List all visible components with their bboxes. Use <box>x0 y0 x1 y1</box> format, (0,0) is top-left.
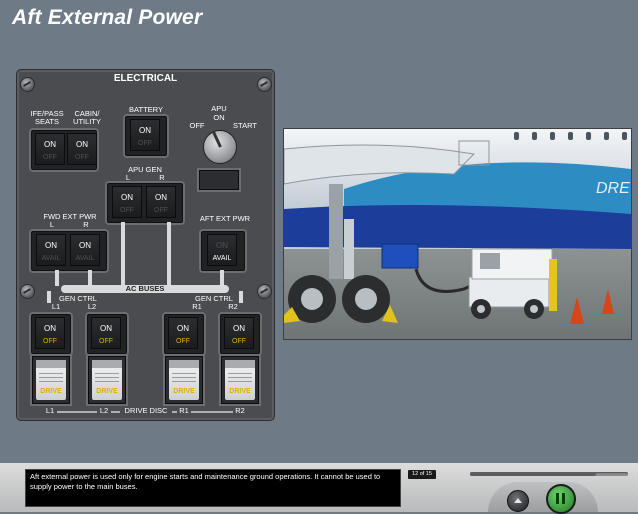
drive-disc-r2: R2 <box>233 407 247 415</box>
bus-line <box>220 270 224 286</box>
aircraft-illustration: DRE <box>284 129 631 339</box>
gen-r2-top: ON <box>233 324 245 333</box>
apu-gen-l-button[interactable]: ON OFF <box>112 186 142 218</box>
gen-l2-bottom: OFF <box>99 338 113 345</box>
drive-l2-guard[interactable]: DRIVE <box>88 356 126 404</box>
gen-r1-bottom: OFF <box>176 338 190 345</box>
drive-disc-l1: L1 <box>43 407 57 415</box>
ac-buses-bar: AC BUSES <box>61 285 229 293</box>
electrical-panel: ELECTRICAL IFE/PASS SEATS CABIN/ UTILITY… <box>16 69 275 421</box>
apu-selector-knob[interactable] <box>203 130 237 164</box>
pause-icon <box>556 493 559 504</box>
gen-ctrl-r2-label: R2 <box>228 302 238 311</box>
aft-ext-label: AFT EXT PWR <box>199 214 251 223</box>
aft-ext-pwr-button[interactable]: ON AVAIL <box>207 234 237 266</box>
gen-r2-bottom: OFF <box>232 338 246 345</box>
drive-l1-guard[interactable]: DRIVE <box>32 356 70 404</box>
control-pod <box>488 482 598 512</box>
ife-bottom-text: OFF <box>43 154 57 161</box>
fwd-ext-r-label: R <box>83 220 89 229</box>
apu-gen-l-bottom: OFF <box>120 207 134 214</box>
fwd-ext-label: FWD EXT PWR <box>43 212 97 221</box>
apu-gen-r-bottom: OFF <box>154 207 168 214</box>
progress-fill <box>470 472 597 476</box>
apu-off-label: OFF <box>189 121 205 130</box>
ife-top-text: ON <box>44 140 56 149</box>
fwd-ext-r-top: ON <box>79 241 91 250</box>
pause-button[interactable] <box>546 484 576 514</box>
bus-line <box>167 222 171 286</box>
caption-text-box: Aft external power is used only for engi… <box>25 469 401 507</box>
ife-label: IFE/PASS SEATS <box>30 109 64 126</box>
cabin-bottom-text: OFF <box>75 154 89 161</box>
panel-header: ELECTRICAL <box>113 73 178 84</box>
apu-gen-label: APU GEN <box>128 165 162 174</box>
drive-l1-text: DRIVE <box>40 388 62 395</box>
drive-r1-text: DRIVE <box>173 388 195 395</box>
drive-disc-l2: L2 <box>97 407 111 415</box>
apu-gen-r-label: R <box>159 173 165 182</box>
drive-r1-guard[interactable]: DRIVE <box>165 356 203 404</box>
gen-ctrl-l1-label: L1 <box>51 302 61 311</box>
bus-line <box>121 222 125 286</box>
drive-r2-text: DRIVE <box>229 388 251 395</box>
drive-disc-r1: R1 <box>177 407 191 415</box>
fwd-ext-l-bottom: AVAIL <box>41 255 61 262</box>
drive-l2-text: DRIVE <box>96 388 118 395</box>
battery-button[interactable]: ON OFF <box>130 119 160 151</box>
bus-line <box>55 270 59 286</box>
aircraft-ground-power-photo: DRE <box>283 128 632 340</box>
fwd-ext-l-top: ON <box>45 241 57 250</box>
apu-gen-l-label: L <box>125 173 131 182</box>
gen-ctrl-l1-button[interactable]: ON OFF <box>35 317 65 349</box>
gen-ctrl-r2-button[interactable]: ON OFF <box>224 317 254 349</box>
aft-ext-bottom: AVAIL <box>212 255 232 262</box>
battery-bottom-text: OFF <box>138 140 152 147</box>
apu-fault-light <box>199 170 239 190</box>
cabin-top-text: ON <box>76 140 88 149</box>
gen-ctrl-l2-button[interactable]: ON OFF <box>91 317 121 349</box>
panel-screw-icon <box>257 284 272 299</box>
page-title: Aft External Power <box>12 6 203 29</box>
gen-l1-top: ON <box>44 324 56 333</box>
drive-r2-guard[interactable]: DRIVE <box>221 356 259 404</box>
fwd-ext-r-bottom: AVAIL <box>75 255 95 262</box>
gen-ctrl-l2-label: L2 <box>87 302 97 311</box>
battery-top-text: ON <box>139 126 151 135</box>
fwd-ext-l-label: L <box>49 220 55 229</box>
gen-l1-bottom: OFF <box>43 338 57 345</box>
apu-gen-l-top: ON <box>121 193 133 202</box>
bus-line <box>239 291 243 303</box>
progress-track[interactable] <box>470 472 628 476</box>
fwd-ext-r-button[interactable]: ON AVAIL <box>70 234 100 266</box>
fwd-ext-l-button[interactable]: ON AVAIL <box>36 234 66 266</box>
gen-ctrl-r1-label: R1 <box>192 302 202 311</box>
battery-label: BATTERY <box>129 105 163 114</box>
ife-pass-seats-button[interactable]: ON OFF <box>35 133 65 165</box>
cabin-utility-button[interactable]: ON OFF <box>67 133 97 165</box>
fuselage-text: DRE <box>596 180 630 197</box>
gen-ctrl-r1-button[interactable]: ON OFF <box>168 317 198 349</box>
apu-gen-r-top: ON <box>155 193 167 202</box>
gen-r1-top: ON <box>177 324 189 333</box>
prev-icon <box>514 498 522 503</box>
gen-l2-top: ON <box>100 324 112 333</box>
panel-screw-icon <box>20 284 35 299</box>
apu-gen-r-button[interactable]: ON OFF <box>146 186 176 218</box>
aft-ext-top: ON <box>216 241 228 250</box>
bus-line <box>88 270 92 286</box>
apu-label: APU <box>211 104 227 113</box>
apu-on-label: ON <box>213 113 225 122</box>
bus-line <box>47 291 51 303</box>
previous-button[interactable] <box>507 490 529 512</box>
page-counter: 12 of 15 <box>408 470 436 479</box>
apu-start-label: START <box>233 121 257 130</box>
drive-disc-label: DRIVE DISC <box>120 407 172 415</box>
cabin-label: CABIN/ UTILITY <box>73 109 101 126</box>
